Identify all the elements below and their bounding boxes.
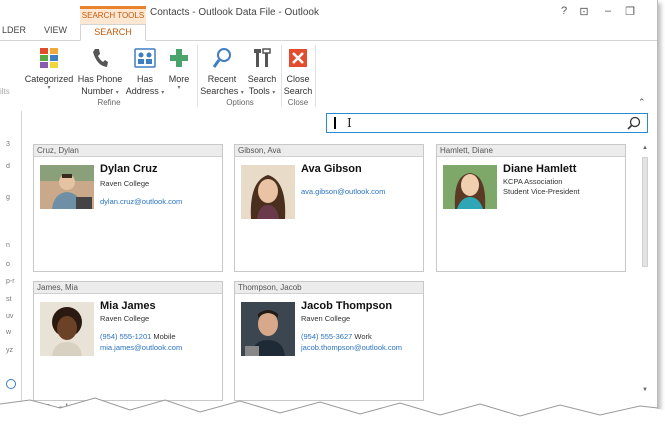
torn-edge-decoration [0, 397, 665, 438]
